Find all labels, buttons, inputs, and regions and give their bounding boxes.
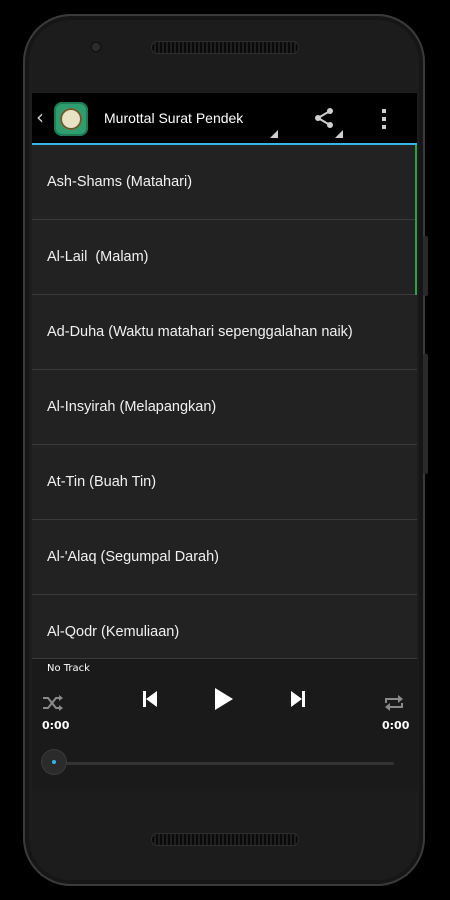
surah-list-item[interactable]: Al-Lail (Malam) <box>32 220 417 295</box>
shuffle-icon[interactable] <box>42 694 64 712</box>
title-spinner-indicator <box>270 130 278 138</box>
bottom-speaker <box>151 833 299 846</box>
surah-list-item[interactable]: Ash-Shams (Matahari) <box>32 145 417 220</box>
repeat-icon[interactable] <box>383 694 405 712</box>
front-camera <box>90 41 102 53</box>
audio-player: No Track 0:00 0:00 <box>32 658 417 789</box>
surah-list-item[interactable]: Al-Insyirah (Melapangkan) <box>32 370 417 445</box>
elapsed-time: 0:00 <box>42 719 70 732</box>
back-caret-icon[interactable]: ‹ <box>36 105 44 129</box>
duration-time: 0:00 <box>382 719 410 732</box>
app-title: Murottal Surat Pendek <box>104 110 244 126</box>
seek-bar-thumb[interactable] <box>42 750 66 774</box>
list-scroll-indicator <box>415 145 417 295</box>
share-icon[interactable] <box>312 106 336 130</box>
power-button <box>423 236 428 296</box>
volume-button <box>423 354 428 474</box>
overflow-menu-icon[interactable] <box>380 107 388 131</box>
track-title: No Track <box>47 663 90 674</box>
surah-list-item[interactable]: Ad-Duha (Waktu matahari sepenggalahan na… <box>32 295 417 370</box>
surah-list-item[interactable]: At-Tin (Buah Tin) <box>32 445 417 520</box>
skip-next-icon[interactable] <box>290 689 306 709</box>
app-screen: ‹ Murottal Surat Pendek Ash-Shams (Matah… <box>32 93 417 789</box>
top-speaker <box>151 41 299 54</box>
action-bar: ‹ Murottal Surat Pendek <box>32 93 417 145</box>
surah-list: Ash-Shams (Matahari) Al-Lail (Malam) Ad-Du… <box>32 145 417 670</box>
share-spinner-indicator <box>335 130 343 138</box>
seek-bar-track[interactable] <box>54 762 394 765</box>
surah-list-item[interactable]: Al-'Alaq (Segumpal Darah) <box>32 520 417 595</box>
skip-previous-icon[interactable] <box>142 689 158 709</box>
play-icon[interactable] <box>214 687 234 711</box>
quran-app-icon[interactable] <box>54 102 88 136</box>
